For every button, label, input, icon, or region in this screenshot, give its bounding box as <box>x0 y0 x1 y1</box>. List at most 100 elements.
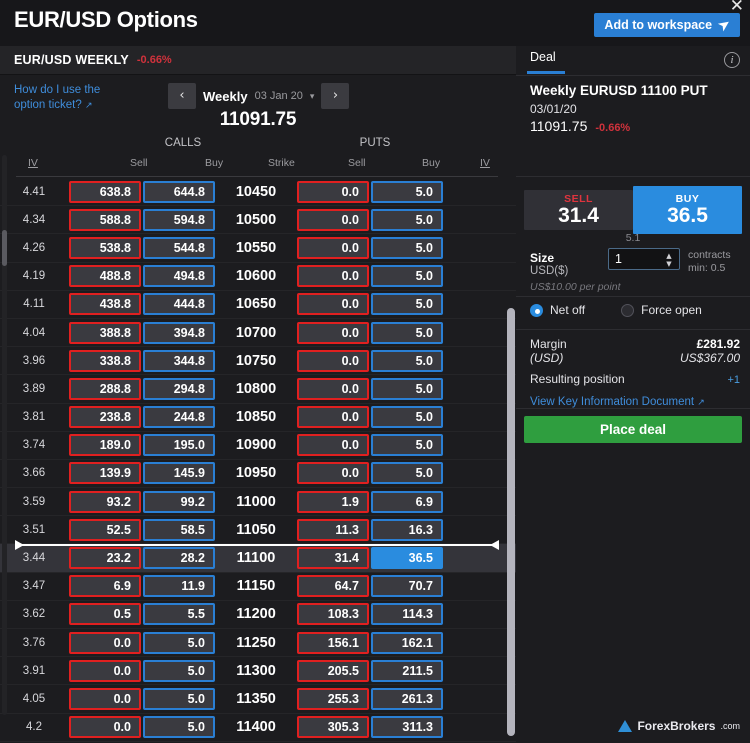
chevron-up-icon[interactable]: ▲ <box>666 252 671 260</box>
table-row[interactable]: 3.910.05.011300205.5211.53.91 <box>0 657 516 685</box>
put-sell-cell[interactable]: 0.0 <box>297 237 369 259</box>
radio-force-open-dot[interactable] <box>621 304 634 317</box>
put-sell-cell[interactable]: 1.9 <box>297 491 369 513</box>
call-buy-cell[interactable]: 99.2 <box>143 491 215 513</box>
table-row[interactable]: 4.26538.8544.8105500.05.04.26 <box>0 234 516 262</box>
put-sell-cell[interactable]: 0.0 <box>297 434 369 456</box>
call-sell-cell[interactable]: 0.5 <box>69 603 141 625</box>
table-row[interactable]: 4.19488.8494.8106000.05.04.19 <box>0 263 516 291</box>
table-row[interactable]: 4.11438.8444.8106500.05.04.11 <box>0 291 516 319</box>
put-buy-cell[interactable]: 5.0 <box>371 322 443 344</box>
put-buy-cell[interactable]: 5.0 <box>371 265 443 287</box>
call-buy-cell[interactable]: 594.8 <box>143 209 215 231</box>
table-row[interactable]: 3.5993.299.2110001.96.93.59 <box>0 488 516 516</box>
table-row[interactable]: 3.760.05.011250156.1162.13.76 <box>0 629 516 657</box>
prev-expiry-button[interactable]: ‹ <box>168 83 196 109</box>
table-row[interactable]: 4.34588.8594.8105000.05.04.34 <box>0 206 516 234</box>
put-buy-cell[interactable]: 162.1 <box>371 632 443 654</box>
call-sell-cell[interactable]: 538.8 <box>69 237 141 259</box>
expiry-date[interactable]: 03 Jan 20 <box>255 90 303 102</box>
put-buy-cell[interactable]: 211.5 <box>371 660 443 682</box>
put-sell-cell[interactable]: 64.7 <box>297 575 369 597</box>
put-sell-cell[interactable]: 255.3 <box>297 688 369 710</box>
info-icon[interactable]: i <box>724 52 740 68</box>
left-scrollbar-thumb[interactable] <box>2 230 7 266</box>
table-row[interactable]: 3.89288.8294.8108000.05.03.89 <box>0 375 516 403</box>
call-buy-cell[interactable]: 5.0 <box>143 660 215 682</box>
put-sell-cell[interactable]: 0.0 <box>297 378 369 400</box>
put-buy-cell[interactable]: 5.0 <box>371 181 443 203</box>
buy-button[interactable]: BUY 36.5 <box>633 186 742 234</box>
call-sell-cell[interactable]: 388.8 <box>69 322 141 344</box>
put-sell-cell[interactable]: 0.0 <box>297 350 369 372</box>
key-information-document-link[interactable]: View Key Information Document ↗ <box>530 396 705 408</box>
left-edge-scrollbar[interactable] <box>2 155 7 715</box>
call-sell-cell[interactable]: 52.5 <box>69 519 141 541</box>
call-buy-cell[interactable]: 195.0 <box>143 434 215 456</box>
table-row[interactable]: 3.476.911.91115064.770.73.47 <box>0 573 516 601</box>
call-sell-cell[interactable]: 438.8 <box>69 293 141 315</box>
put-sell-cell[interactable]: 0.0 <box>297 322 369 344</box>
option-chain-table[interactable]: 4.41638.8644.8104500.05.04.414.34588.859… <box>0 178 516 743</box>
table-row[interactable]: 3.5152.558.51105011.316.33.51 <box>0 516 516 544</box>
call-buy-cell[interactable]: 394.8 <box>143 322 215 344</box>
size-input[interactable]: 1 ▲ ▼ <box>608 248 680 270</box>
radio-net-off-dot[interactable] <box>530 304 543 317</box>
table-row[interactable]: 3.96338.8344.8107500.05.03.96 <box>0 347 516 375</box>
tab-deal[interactable]: Deal <box>530 50 556 70</box>
call-sell-cell[interactable]: 238.8 <box>69 406 141 428</box>
call-buy-cell[interactable]: 58.5 <box>143 519 215 541</box>
put-buy-cell[interactable]: 5.0 <box>371 406 443 428</box>
call-buy-cell[interactable]: 344.8 <box>143 350 215 372</box>
call-buy-cell[interactable]: 5.0 <box>143 688 215 710</box>
call-buy-cell[interactable]: 294.8 <box>143 378 215 400</box>
put-sell-cell[interactable]: 0.0 <box>297 181 369 203</box>
call-sell-cell[interactable]: 139.9 <box>69 462 141 484</box>
quantity-stepper[interactable]: ▲ ▼ <box>663 251 675 269</box>
add-to-workspace-button[interactable]: Add to workspace ➤ <box>594 13 740 37</box>
put-buy-cell[interactable]: 5.0 <box>371 378 443 400</box>
call-sell-cell[interactable]: 189.0 <box>69 434 141 456</box>
call-sell-cell[interactable]: 6.9 <box>69 575 141 597</box>
put-buy-cell[interactable]: 114.3 <box>371 603 443 625</box>
call-sell-cell[interactable]: 0.0 <box>69 716 141 738</box>
call-sell-cell[interactable]: 288.8 <box>69 378 141 400</box>
call-buy-cell[interactable]: 145.9 <box>143 462 215 484</box>
table-row[interactable]: 4.050.05.011350255.3261.34.05 <box>0 685 516 713</box>
call-sell-cell[interactable]: 588.8 <box>69 209 141 231</box>
put-sell-cell[interactable]: 0.0 <box>297 293 369 315</box>
call-sell-cell[interactable]: 0.0 <box>69 660 141 682</box>
chevron-down-icon[interactable]: ▼ <box>666 260 671 268</box>
put-buy-cell[interactable]: 6.9 <box>371 491 443 513</box>
radio-force-open[interactable]: Force open <box>621 303 702 317</box>
call-buy-cell[interactable]: 444.8 <box>143 293 215 315</box>
chain-scrollbar[interactable] <box>507 308 515 736</box>
table-row[interactable]: 3.620.55.511200108.3114.33.62 <box>0 601 516 629</box>
call-sell-cell[interactable]: 0.0 <box>69 632 141 654</box>
table-row[interactable]: 3.81238.8244.8108500.05.03.81 <box>0 404 516 432</box>
put-buy-cell[interactable]: 36.5 <box>371 547 443 569</box>
put-sell-cell[interactable]: 156.1 <box>297 632 369 654</box>
call-sell-cell[interactable]: 93.2 <box>69 491 141 513</box>
call-buy-cell[interactable]: 644.8 <box>143 181 215 203</box>
put-sell-cell[interactable]: 108.3 <box>297 603 369 625</box>
call-sell-cell[interactable]: 638.8 <box>69 181 141 203</box>
table-row[interactable]: 4.04388.8394.8107000.05.04.04 <box>0 319 516 347</box>
put-buy-cell[interactable]: 261.3 <box>371 688 443 710</box>
close-icon[interactable]: ✕ <box>730 0 744 14</box>
put-sell-cell[interactable]: 0.0 <box>297 209 369 231</box>
radio-net-off[interactable]: Net off <box>530 303 585 317</box>
call-buy-cell[interactable]: 494.8 <box>143 265 215 287</box>
call-buy-cell[interactable]: 5.5 <box>143 603 215 625</box>
put-sell-cell[interactable]: 305.3 <box>297 716 369 738</box>
call-sell-cell[interactable]: 488.8 <box>69 265 141 287</box>
put-sell-cell[interactable]: 0.0 <box>297 462 369 484</box>
call-buy-cell[interactable]: 5.0 <box>143 716 215 738</box>
call-buy-cell[interactable]: 11.9 <box>143 575 215 597</box>
table-row[interactable]: 3.4423.228.21110031.436.53.44 <box>0 544 516 572</box>
table-row[interactable]: 3.74189.0195.0109000.05.03.74 <box>0 432 516 460</box>
next-expiry-button[interactable]: › <box>321 83 349 109</box>
call-buy-cell[interactable]: 544.8 <box>143 237 215 259</box>
put-buy-cell[interactable]: 5.0 <box>371 237 443 259</box>
call-buy-cell[interactable]: 5.0 <box>143 632 215 654</box>
